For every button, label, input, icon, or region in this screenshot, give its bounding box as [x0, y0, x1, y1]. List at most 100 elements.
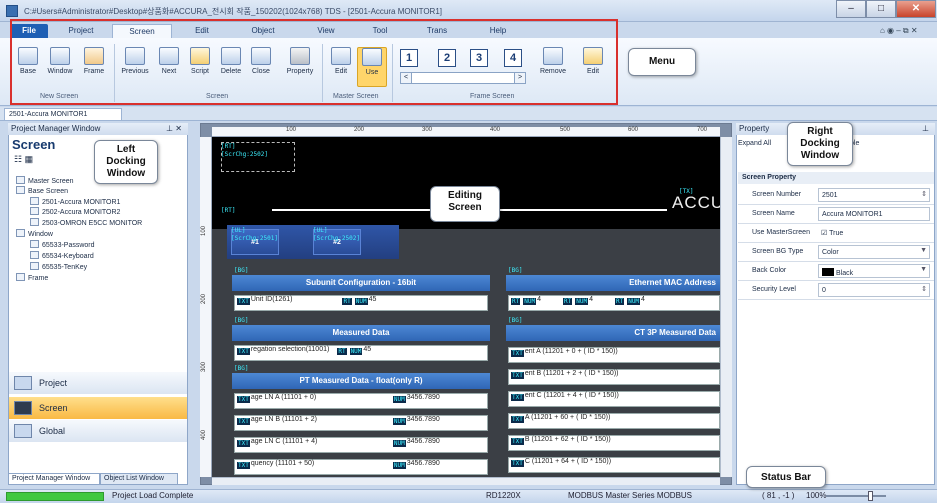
next-button[interactable]: Next [154, 47, 184, 87]
expand-all-button[interactable]: Expand All [738, 140, 771, 147]
zoom-slider[interactable] [826, 495, 886, 497]
close-screen-button[interactable]: Close [246, 47, 276, 87]
nav-project[interactable]: Project [9, 372, 187, 394]
zoom-level[interactable]: 100% [806, 491, 826, 500]
vertical-scrollbar[interactable] [720, 137, 732, 477]
frame-edit-button[interactable]: Edit [578, 47, 608, 87]
tab-view[interactable]: View [306, 24, 346, 38]
tree-item[interactable]: Base Screen [16, 186, 68, 195]
property-row[interactable]: Security Level 0 ⇕ [738, 281, 934, 300]
view-toggle-icon[interactable]: ☷ ▦ [14, 154, 33, 165]
property-value-field[interactable]: 2501 ⇕ [818, 188, 930, 202]
script-button[interactable]: Script [185, 47, 215, 87]
screen-icon [30, 218, 39, 226]
tab-object[interactable]: Object [236, 24, 290, 38]
frame-select[interactable]: ▼ [400, 72, 526, 84]
ribbon-help-controls[interactable]: ⌂ ◉ – ⧉ ✕ [880, 26, 918, 36]
spinner-icon[interactable]: ⇕ [921, 190, 927, 198]
chevron-down-icon[interactable]: ▼ [920, 266, 927, 273]
horizontal-scrollbar[interactable] [212, 477, 720, 485]
tab-project-manager-window[interactable]: Project Manager Window [8, 473, 100, 485]
spinner-icon[interactable]: ⇕ [921, 285, 927, 293]
tree-item[interactable]: Master Screen [16, 176, 74, 185]
property-row[interactable]: Screen Number 2501 ⇕ [738, 186, 934, 205]
tree-item[interactable]: Frame [16, 273, 48, 282]
ruler-tick-label: 100 [201, 225, 207, 236]
tab-object-list-window[interactable]: Object List Window [100, 473, 178, 485]
tab-edit[interactable]: Edit [180, 24, 224, 38]
property-value-field[interactable]: Accura MONITOR1 [818, 207, 930, 221]
data-row[interactable]: TXT Unit ID(1261) RT NUM 45 [234, 295, 488, 311]
nav-screen[interactable]: Screen [9, 397, 187, 419]
tree-item[interactable]: 65534-Keyboard [30, 251, 94, 260]
property-button[interactable]: Property [285, 47, 315, 87]
base-screen-icon [18, 47, 38, 65]
base-screen-button[interactable]: Base [13, 47, 43, 87]
minimize-button[interactable]: – [836, 0, 866, 18]
data-row[interactable]: TXT A (11201 + 60 + ( ID * 150)) [508, 413, 720, 429]
zoom-slider-thumb[interactable] [868, 491, 873, 501]
tab-trans[interactable]: Trans [414, 24, 460, 38]
data-row[interactable]: TXT ent C (11201 + 4 + ( ID * 150)) [508, 391, 720, 407]
title-bar: C:#Users#Administrator#Desktop#상품화#ACCUR… [0, 0, 937, 22]
tab-help[interactable]: Help [478, 24, 518, 38]
delete-button[interactable]: Delete [216, 47, 246, 87]
data-row[interactable]: TXT ent A (11201 + 0 + ( ID * 150)) [508, 347, 720, 363]
tree-item[interactable]: 65535-TenKey [30, 262, 87, 271]
property-row[interactable]: Back Color Black ▼ [738, 262, 934, 281]
frame-4-button[interactable]: 4 [504, 49, 522, 67]
tree-item[interactable]: 2502-Accura MONITOR2 [30, 207, 120, 216]
checkbox-checked-icon[interactable]: ☑ [821, 230, 829, 237]
document-tab[interactable]: 2501-Accura MONITOR1 [4, 108, 122, 121]
status-coordinates: ( 81 , -1 ) [762, 491, 795, 500]
previous-button[interactable]: Previous [120, 47, 150, 87]
property-section-header[interactable]: Screen Property [738, 172, 934, 184]
frame-1-button[interactable]: 1 [400, 49, 418, 67]
property-value-field[interactable]: Black ▼ [818, 264, 930, 278]
data-row[interactable]: TXT quency (11101 + 50) NUM 3456.7890 [234, 459, 488, 475]
data-row[interactable]: TXT ent B (11201 + 2 + ( ID * 150)) [508, 369, 720, 385]
tree-item[interactable]: 65533-Password [30, 240, 95, 249]
master-edit-button[interactable]: Edit [326, 47, 356, 87]
folder-icon [16, 273, 25, 281]
property-value-field[interactable]: 0 ⇕ [818, 283, 930, 297]
frame-3-button[interactable]: 3 [470, 49, 488, 67]
folder-icon [16, 176, 25, 184]
data-row[interactable]: TXT age LN A (11101 + 0) NUM 3456.7890 [234, 393, 488, 409]
pin-icon[interactable]: ⊥ ✕ [166, 124, 182, 133]
group-master-screen: Master Screen [333, 93, 379, 100]
property-row[interactable]: Screen Name Accura MONITOR1 [738, 205, 934, 224]
tab-file[interactable]: File [10, 24, 48, 38]
data-row[interactable]: TXT age LN B (11101 + 2) NUM 3456.7890 [234, 415, 488, 431]
tab-tool[interactable]: Tool [360, 24, 400, 38]
tab-screen[interactable]: Screen [112, 24, 172, 38]
frame-remove-button[interactable]: Remove [538, 47, 568, 87]
close-button[interactable]: ✕ [896, 0, 936, 18]
data-row[interactable]: TXT age LN C (11101 + 4) NUM 3456.7890 [234, 437, 488, 453]
delete-icon [221, 47, 241, 65]
frame-screen-button[interactable]: Frame [79, 47, 109, 87]
window-screen-button[interactable]: Window [45, 47, 75, 87]
tree-item[interactable]: 2501-Accura MONITOR1 [30, 197, 120, 206]
tree-item[interactable]: 2503-OMRON E5CC MONITOR [30, 218, 142, 227]
master-use-button[interactable]: Use [357, 47, 387, 87]
property-row[interactable]: Use MasterScreen ☑ True [738, 224, 934, 243]
data-row[interactable]: TXT C (11201 + 64 + ( ID * 150)) [508, 457, 720, 473]
property-row[interactable]: Screen BG Type Color ▼ [738, 243, 934, 262]
tree-item[interactable]: Window [16, 229, 53, 238]
property-value-field[interactable]: Color ▼ [818, 245, 930, 259]
maximize-button[interactable]: □ [866, 0, 896, 18]
nav-global[interactable]: Global [9, 420, 187, 442]
object-tag: [UL] [231, 227, 246, 234]
data-row[interactable]: TXT B (11201 + 62 + ( ID * 150)) [508, 435, 720, 451]
chevron-down-icon[interactable]: ▼ [920, 247, 927, 254]
data-row[interactable]: TXT regation selection(11001) RT NUM 45 [234, 345, 488, 361]
pin-icon[interactable]: ⊥ [922, 124, 929, 133]
frame-2-button[interactable]: 2 [438, 49, 456, 67]
group-frame-screen: Frame Screen [470, 93, 515, 100]
property-value-field[interactable]: ☑ True [818, 226, 930, 240]
frame-next-button[interactable]: > [514, 72, 526, 84]
frame-prev-button[interactable]: < [400, 72, 412, 84]
tab-project[interactable]: Project [58, 24, 104, 38]
data-row[interactable]: RT NUM 4 RT NUM 4 RT NUM 4 [508, 295, 720, 311]
